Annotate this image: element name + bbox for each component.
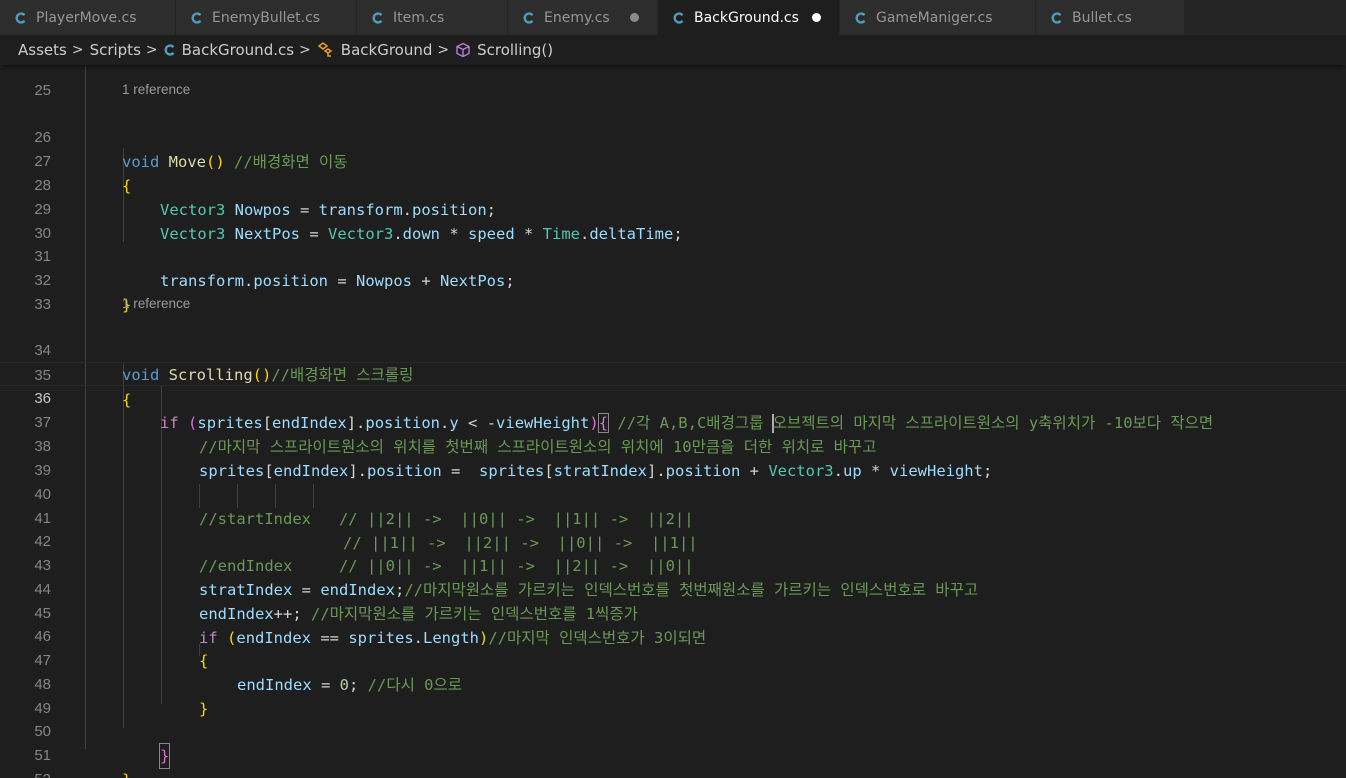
code-line: 50 }: [0, 696, 1346, 769]
code-line: 42 //endIndex // ||0|| -> ||1|| -> ||2||…: [0, 506, 1346, 575]
code-line: 39: [0, 435, 1346, 479]
current-code-line: 36 if (sprites[endIndex].position.y < -v…: [0, 362, 1346, 433]
breadcrumb-class[interactable]: BackGround: [341, 41, 433, 59]
code-line: 29 Vector3 NextPos = Vector3.down * spee…: [0, 174, 1346, 243]
code-line: 49: [0, 673, 1346, 717]
code-line: 32 }: [0, 245, 1346, 314]
code-line: 43 stratIndex = endIndex;//마지막원소를 가르키는 인…: [0, 530, 1346, 599]
code-line: 51 }: [0, 720, 1346, 778]
csharp-file-icon: [371, 11, 385, 25]
chevron-right-icon: >: [299, 42, 311, 58]
code-editor[interactable]: 25 1 reference 26 void Move() //배경화면 이동 …: [0, 62, 1346, 778]
code-line: 48 }: [0, 649, 1346, 718]
code-line: 31 transform.position = Nowpos + NextPos…: [0, 221, 1346, 290]
unsaved-dot-icon[interactable]: [812, 13, 821, 22]
code-line: 35 {: [0, 340, 1346, 409]
csharp-file-icon: [14, 11, 28, 25]
code-line: 38 sprites[endIndex].position = sprites[…: [0, 411, 1346, 480]
tab-item[interactable]: Item.cs: [357, 0, 508, 35]
tab-playermove[interactable]: PlayerMove.cs: [0, 0, 176, 35]
code-line: 33: [0, 269, 1346, 313]
tab-bullet[interactable]: Bullet.cs: [1036, 0, 1185, 35]
code-line: 52 }: [0, 744, 1346, 778]
code-line: 40 //startIndex // ||2|| -> ||0|| -> ||1…: [0, 459, 1346, 528]
chevron-right-icon: >: [71, 42, 84, 58]
code-line: 30: [0, 198, 1346, 242]
csharp-file-icon: [1050, 11, 1064, 25]
codelens-references[interactable]: 1 reference: [122, 80, 190, 100]
breadcrumb-file[interactable]: BackGround.cs: [182, 41, 294, 59]
csharp-file-icon: [164, 44, 176, 56]
codelens-references[interactable]: 1 reference: [122, 294, 190, 314]
code-line: 26 void Move() //배경화면 이동: [0, 102, 1346, 171]
code-line: 34 void Scrolling()//배경화면 스크롤링: [0, 315, 1346, 384]
code-line: 27 {: [0, 126, 1346, 195]
csharp-file-icon: [672, 11, 686, 25]
breadcrumb-scripts[interactable]: Scripts: [90, 41, 141, 59]
class-symbol-icon: [317, 42, 335, 58]
method-symbol-icon: [455, 42, 471, 58]
code-line: 28 Vector3 Nowpos = transform.position;: [0, 150, 1346, 219]
tab-gamemaniger[interactable]: GameManiger.cs: [840, 0, 1036, 35]
tab-label: BackGround.cs: [694, 9, 799, 26]
tab-label: Bullet.cs: [1072, 9, 1132, 26]
csharp-file-icon: [854, 11, 868, 25]
chevron-right-icon: >: [437, 42, 450, 58]
tab-label: PlayerMove.cs: [36, 9, 137, 26]
breadcrumb-assets[interactable]: Assets: [18, 41, 67, 59]
line-number: 25: [34, 82, 51, 99]
code-line: 53: [0, 768, 1346, 778]
code-line: 44 endIndex++; //마지막원소를 가르키는 인덱스번호를 1씩증가: [0, 554, 1346, 623]
code-line: 45 if (endIndex == sprites.Length)//마지막 …: [0, 578, 1346, 647]
chevron-right-icon: >: [145, 42, 158, 58]
breadcrumb: Assets > Scripts > BackGround.cs > BackG…: [0, 35, 1346, 65]
unsaved-dot-icon[interactable]: [630, 13, 639, 22]
code-line: 37 //마지막 스프라이트원소의 위치를 첫번째 스프라이트원소의 위치에 1…: [0, 387, 1346, 456]
tab-label: Enemy.cs: [544, 9, 610, 26]
tab-label: GameManiger.cs: [876, 9, 993, 26]
line-number: 33: [34, 296, 51, 313]
code-line: 47 endIndex = 0; //다시 0으로: [0, 625, 1346, 694]
editor-tab-bar: PlayerMove.cs EnemyBullet.cs Item.cs Ene…: [0, 0, 1346, 35]
code-line: 46 {: [0, 601, 1346, 670]
csharp-file-icon: [522, 11, 536, 25]
csharp-file-icon: [190, 11, 204, 25]
tab-background[interactable]: BackGround.cs: [658, 0, 840, 35]
tab-label: Item.cs: [393, 9, 445, 26]
tab-label: EnemyBullet.cs: [212, 9, 321, 26]
tab-enemybullet[interactable]: EnemyBullet.cs: [176, 0, 357, 35]
code-line: 41 // ||1|| -> ||2|| -> ||0|| -> ||1||: [0, 483, 1346, 552]
tab-enemy[interactable]: Enemy.cs: [508, 0, 658, 35]
breadcrumb-method[interactable]: Scrolling(): [477, 41, 553, 59]
